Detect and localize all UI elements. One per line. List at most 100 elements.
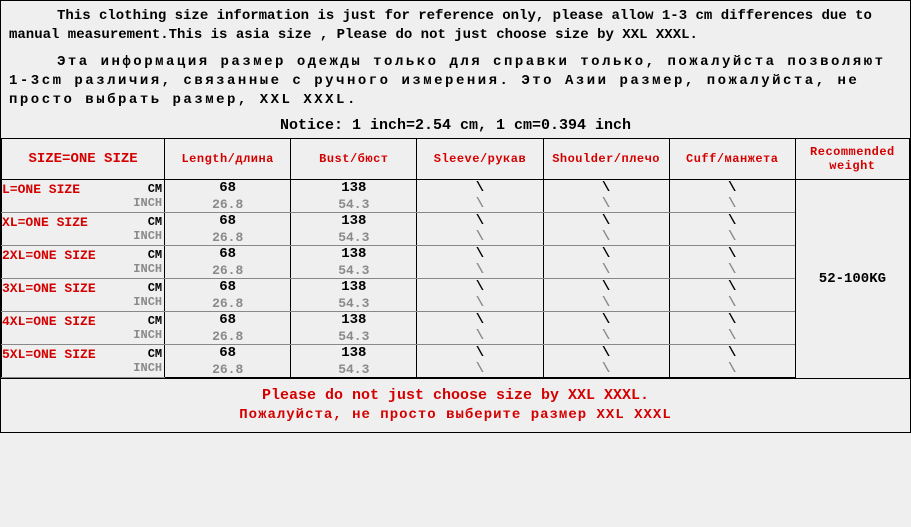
cuff-cm: \ (669, 345, 795, 362)
unit-cm: CM (118, 281, 166, 295)
size-cell: 3XL=ONE SIZECMINCH (2, 279, 165, 312)
length-inch: 26.8 (165, 361, 291, 378)
unit-inch: INCH (118, 262, 166, 276)
shoulder-cm: \ (543, 180, 669, 197)
footer-en: Please do not just choose size by XXL XX… (1, 385, 910, 406)
cuff-inch: \ (669, 262, 795, 279)
sleeve-cm: \ (417, 345, 543, 362)
sleeve-cm: \ (417, 312, 543, 329)
size-label: 2XL=ONE SIZE (2, 246, 118, 278)
unit-cm: CM (118, 314, 166, 328)
unit-stack: CMINCH (118, 180, 164, 212)
shoulder-cm: \ (543, 246, 669, 263)
header-size: SIZE=ONE SIZE (2, 139, 165, 180)
length-cm: 68 (165, 279, 291, 296)
bust-cm: 138 (291, 279, 417, 296)
bust-inch: 54.3 (291, 295, 417, 312)
sleeve-cm: \ (417, 180, 543, 197)
length-inch: 26.8 (165, 229, 291, 246)
weight-cell: 52-100KG (795, 180, 909, 378)
header-bust: Bust/бюст (291, 139, 417, 180)
shoulder-cm: \ (543, 345, 669, 362)
header-weight: Recommended weight (795, 139, 909, 180)
shoulder-cm: \ (543, 213, 669, 230)
sleeve-inch: \ (417, 229, 543, 246)
unit-cm: CM (118, 215, 166, 229)
length-inch: 26.8 (165, 262, 291, 279)
header-cuff: Cuff/манжета (669, 139, 795, 180)
cuff-inch: \ (669, 295, 795, 312)
shoulder-inch: \ (543, 295, 669, 312)
size-cell: L=ONE SIZECMINCH (2, 180, 165, 213)
cuff-cm: \ (669, 246, 795, 263)
cuff-cm: \ (669, 312, 795, 329)
shoulder-inch: \ (543, 361, 669, 378)
bust-inch: 54.3 (291, 229, 417, 246)
cuff-cm: \ (669, 279, 795, 296)
cuff-cm: \ (669, 213, 795, 230)
table-body: L=ONE SIZECMINCH68138\\\52-100KG26.854.3… (2, 180, 910, 378)
length-cm: 68 (165, 180, 291, 197)
unit-stack: CMINCH (118, 312, 164, 344)
unit-stack: CMINCH (118, 213, 164, 245)
unit-inch: INCH (118, 295, 166, 309)
unit-cm: CM (118, 182, 166, 196)
size-cell: 5XL=ONE SIZECMINCH (2, 345, 165, 378)
size-label: 5XL=ONE SIZE (2, 345, 118, 377)
header-sleeve: Sleeve/рукав (417, 139, 543, 180)
unit-stack: CMINCH (118, 345, 164, 377)
table-row: L=ONE SIZECMINCH68138\\\52-100KG (2, 180, 910, 197)
bust-cm: 138 (291, 246, 417, 263)
bust-inch: 54.3 (291, 328, 417, 345)
length-cm: 68 (165, 213, 291, 230)
shoulder-inch: \ (543, 328, 669, 345)
table-row: 3XL=ONE SIZECMINCH68138\\\ (2, 279, 910, 296)
sleeve-inch: \ (417, 328, 543, 345)
cuff-inch: \ (669, 328, 795, 345)
length-inch: 26.8 (165, 196, 291, 213)
shoulder-cm: \ (543, 279, 669, 296)
footer-block: Please do not just choose size by XXL XX… (1, 378, 910, 432)
unit-stack: CMINCH (118, 279, 164, 311)
sleeve-inch: \ (417, 196, 543, 213)
sleeve-inch: \ (417, 295, 543, 312)
cuff-cm: \ (669, 180, 795, 197)
bust-inch: 54.3 (291, 196, 417, 213)
table-header-row: SIZE=ONE SIZE Length/длина Bust/бюст Sle… (2, 139, 910, 180)
size-cell: XL=ONE SIZECMINCH (2, 213, 165, 246)
sleeve-inch: \ (417, 262, 543, 279)
table-row: 2XL=ONE SIZECMINCH68138\\\ (2, 246, 910, 263)
info-ru: Эта информация размер одежды только для … (9, 53, 902, 110)
bust-inch: 54.3 (291, 361, 417, 378)
length-inch: 26.8 (165, 295, 291, 312)
shoulder-inch: \ (543, 196, 669, 213)
unit-inch: INCH (118, 196, 166, 210)
sleeve-cm: \ (417, 213, 543, 230)
header-shoulder: Shoulder/плечо (543, 139, 669, 180)
bust-inch: 54.3 (291, 262, 417, 279)
shoulder-inch: \ (543, 229, 669, 246)
size-label: 4XL=ONE SIZE (2, 312, 118, 344)
table-row: 4XL=ONE SIZECMINCH68138\\\ (2, 312, 910, 329)
length-cm: 68 (165, 345, 291, 362)
bust-cm: 138 (291, 345, 417, 362)
unit-cm: CM (118, 347, 166, 361)
sleeve-cm: \ (417, 246, 543, 263)
unit-cm: CM (118, 248, 166, 262)
size-label: L=ONE SIZE (2, 180, 118, 212)
info-en: This clothing size information is just f… (9, 7, 902, 45)
notice-text: Notice: 1 inch=2.54 cm, 1 cm=0.394 inch (1, 115, 910, 138)
unit-inch: INCH (118, 361, 166, 375)
footer-ru: Пожалуйста, не просто выберите размер XX… (1, 406, 910, 426)
info-block: This clothing size information is just f… (1, 1, 910, 115)
unit-stack: CMINCH (118, 246, 164, 278)
length-inch: 26.8 (165, 328, 291, 345)
table-row: XL=ONE SIZECMINCH68138\\\ (2, 213, 910, 230)
shoulder-cm: \ (543, 312, 669, 329)
size-label: 3XL=ONE SIZE (2, 279, 118, 311)
bust-cm: 138 (291, 213, 417, 230)
cuff-inch: \ (669, 196, 795, 213)
sleeve-inch: \ (417, 361, 543, 378)
bust-cm: 138 (291, 312, 417, 329)
size-cell: 2XL=ONE SIZECMINCH (2, 246, 165, 279)
